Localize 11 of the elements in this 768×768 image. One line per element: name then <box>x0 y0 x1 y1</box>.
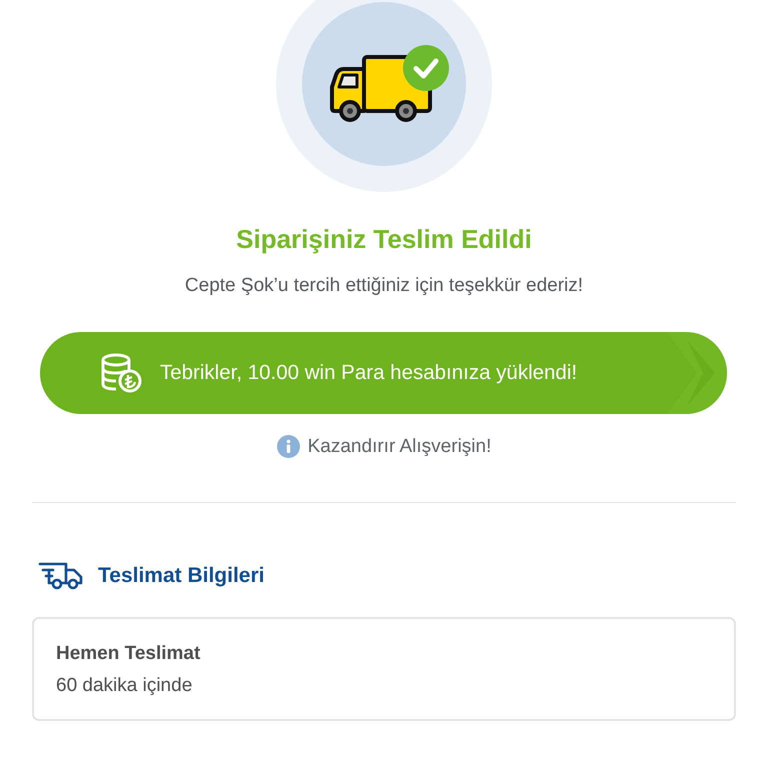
order-delivered-title: Siparişiniz Teslim Edildi <box>235 224 533 254</box>
coins-icon <box>100 353 142 393</box>
fast-delivery-truck-icon <box>38 561 84 591</box>
thank-you-message: Cepte Şok’u tercih ettiğiniz için teşekkür ederiz! <box>184 274 584 298</box>
reward-message: Tebrikler, 10.00 win Para hesabınıza yüklendi! <box>160 361 578 385</box>
delivery-type: Hemen Teslimat <box>56 643 202 665</box>
info-link[interactable]: Kazandırır Alışverişin! <box>308 436 492 458</box>
section-title: Teslimat Bilgileri <box>98 564 264 588</box>
delivery-time: 60 dakika içinde <box>56 675 194 697</box>
check-badge-icon <box>403 45 449 91</box>
info-icon <box>276 435 300 458</box>
